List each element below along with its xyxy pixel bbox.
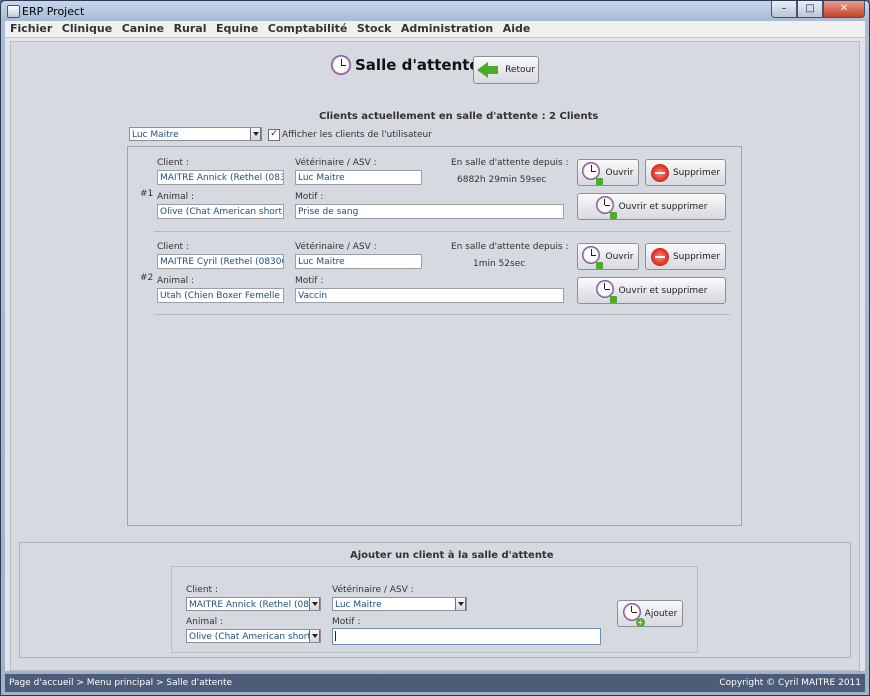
add-icon: + (622, 603, 645, 627)
menu-clinique[interactable]: Clinique (59, 21, 115, 37)
show-user-clients-label: Afficher les clients de l'utilisateur (282, 130, 432, 140)
open-button[interactable]: Ouvrir (577, 159, 639, 186)
waiting-since-value: 6882h 29min 59sec (457, 175, 547, 185)
add-client-select[interactable]: MAITRE Annick (Rethel (08300) (186, 597, 321, 611)
add-vet-label: Vétérinaire / ASV : (332, 585, 414, 595)
open-and-delete-label: Ouvrir et supprimer (618, 201, 708, 212)
app-window: ERP Project – □ ✕ Fichier Clinique Canin… (0, 0, 870, 696)
show-user-clients-checkbox[interactable]: ✓ (268, 129, 280, 141)
arrow-left-icon (477, 62, 499, 78)
menu-comptabilite[interactable]: Comptabilité (265, 21, 351, 37)
chevron-down-icon[interactable] (455, 598, 466, 610)
client-field[interactable]: MAITRE Cyril (Rethel (08300)) (157, 254, 284, 269)
add-vet-value: Luc Maitre (335, 600, 382, 610)
app-icon (7, 5, 20, 18)
animal-label: Animal : (157, 192, 195, 202)
breadcrumb: Page d'accueil > Menu principal > Salle … (9, 678, 233, 688)
text-caret (335, 630, 336, 641)
motif-field[interactable]: Vaccin (295, 288, 564, 303)
client-field[interactable]: MAITRE Annick (Rethel (08300)) (157, 170, 284, 185)
clock-icon (331, 55, 351, 75)
waiting-since-label: En salle d'attente depuis : (451, 158, 569, 168)
window-title: ERP Project (22, 5, 85, 18)
delete-button-label: Supprimer (672, 251, 721, 262)
chevron-down-icon[interactable] (309, 598, 320, 610)
chevron-down-icon[interactable] (250, 128, 261, 140)
back-button[interactable]: Retour (473, 56, 539, 84)
open-button-label: Ouvrir (605, 167, 634, 178)
chevron-down-icon[interactable] (309, 630, 320, 642)
waiting-list-heading: Clients actuellement en salle d'attente … (319, 111, 599, 122)
waiting-since-label: En salle d'attente depuis : (451, 242, 569, 252)
delete-button[interactable]: Supprimer (645, 243, 726, 270)
menu-fichier[interactable]: Fichier (7, 21, 55, 37)
vet-label: Vétérinaire / ASV : (295, 242, 377, 252)
add-animal-select[interactable]: Olive (Chat American short hair (186, 629, 321, 643)
menu-stock[interactable]: Stock (354, 21, 395, 37)
close-button[interactable]: ✕ (823, 1, 865, 18)
vet-field[interactable]: Luc Maitre (295, 170, 422, 185)
entry-separator (154, 314, 730, 315)
add-client-heading: Ajouter un client à la salle d'attente (350, 550, 554, 561)
add-button-label: Ajouter (644, 608, 678, 619)
add-animal-value: Olive (Chat American short hair (189, 632, 321, 642)
delete-button-label: Supprimer (672, 167, 721, 178)
menu-bar: Fichier Clinique Canine Rural Equine Com… (5, 21, 865, 38)
animal-field[interactable]: Utah (Chien Boxer Femelle cast (157, 288, 284, 303)
menu-administration[interactable]: Administration (398, 21, 496, 37)
open-icon (582, 162, 604, 185)
client-label: Client : (157, 242, 189, 252)
waiting-since-value: 1min 52sec (473, 259, 526, 269)
vet-label: Vétérinaire / ASV : (295, 158, 377, 168)
open-and-delete-button[interactable]: Ouvrir et supprimer (577, 277, 726, 304)
page-title: Salle d'attente (355, 56, 480, 74)
title-bar: ERP Project – □ ✕ (1, 1, 869, 21)
status-bar: Page d'accueil > Menu principal > Salle … (5, 674, 865, 692)
add-motif-field[interactable] (332, 628, 601, 645)
open-and-delete-label: Ouvrir et supprimer (618, 285, 708, 296)
maximize-button[interactable]: □ (797, 1, 823, 18)
add-vet-select[interactable]: Luc Maitre (332, 597, 467, 611)
open-icon (595, 280, 617, 303)
motif-label: Motif : (295, 192, 324, 202)
animal-label: Animal : (157, 276, 195, 286)
add-button[interactable]: + Ajouter (617, 600, 683, 627)
add-client-value: MAITRE Annick (Rethel (08300) (189, 600, 321, 610)
user-filter-value: Luc Maitre (132, 130, 179, 140)
animal-field[interactable]: Olive (Chat American short hair F (157, 204, 284, 219)
vet-field[interactable]: Luc Maitre (295, 254, 422, 269)
delete-icon (650, 163, 669, 182)
entry-separator (154, 231, 730, 232)
copyright: Copyright © Cyril MAITRE 2011 (719, 678, 861, 688)
add-client-label: Client : (186, 585, 218, 595)
back-button-label: Retour (505, 65, 535, 75)
add-motif-label: Motif : (332, 617, 361, 627)
minimize-button[interactable]: – (771, 1, 797, 18)
menu-equine[interactable]: Equine (213, 21, 261, 37)
open-button[interactable]: Ouvrir (577, 243, 639, 270)
window-controls: – □ ✕ (771, 1, 865, 18)
user-filter-select[interactable]: Luc Maitre (129, 127, 262, 141)
motif-label: Motif : (295, 276, 324, 286)
menu-canine[interactable]: Canine (119, 21, 167, 37)
entry-index: #2 (140, 273, 154, 283)
delete-button[interactable]: Supprimer (645, 159, 726, 186)
menu-aide[interactable]: Aide (500, 21, 534, 37)
open-icon (595, 196, 617, 219)
page-header: Salle d'attente (331, 55, 480, 75)
add-animal-label: Animal : (186, 617, 224, 627)
delete-icon (650, 247, 669, 266)
open-button-label: Ouvrir (605, 251, 634, 262)
open-and-delete-button[interactable]: Ouvrir et supprimer (577, 193, 726, 220)
open-icon (582, 246, 604, 269)
menu-rural[interactable]: Rural (171, 21, 210, 37)
entry-index: #1 (140, 189, 154, 199)
client-label: Client : (157, 158, 189, 168)
motif-field[interactable]: Prise de sang (295, 204, 564, 219)
